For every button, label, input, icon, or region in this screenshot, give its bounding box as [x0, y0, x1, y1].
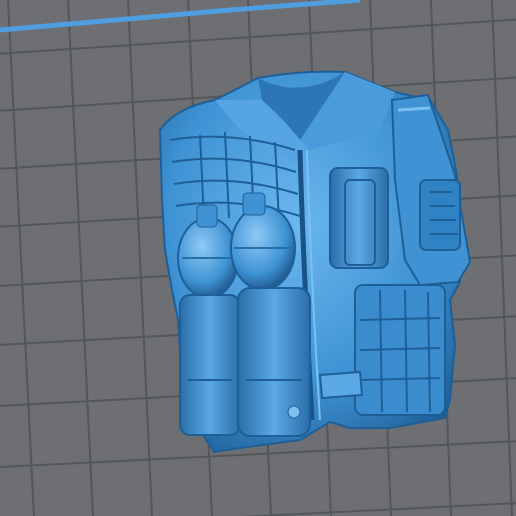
viewport-canvas[interactable] [0, 0, 516, 516]
right-chest-pouches [329, 167, 389, 269]
radio-attachment [390, 93, 472, 287]
build-plate-edge [0, 0, 361, 33]
vest-model[interactable] [158, 70, 472, 454]
lower-left-pouches [179, 287, 311, 437]
3d-viewport[interactable] [0, 0, 516, 516]
